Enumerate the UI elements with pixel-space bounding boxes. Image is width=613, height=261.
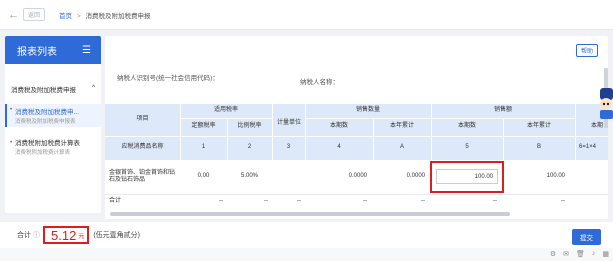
report-sidebar: 报表列表 ☰ 消费税及附加税费申报 ^ • 消费税及附加税费申... 消费税及附… bbox=[5, 36, 101, 213]
total-label: 合计 bbox=[17, 232, 31, 239]
product-name-label: 应税消费品名称 bbox=[121, 144, 164, 151]
chevron-up-icon: ^ bbox=[91, 84, 95, 91]
col-header-rate-fixed: 定额税率 bbox=[191, 123, 216, 130]
required-dot-icon: • bbox=[10, 107, 13, 113]
sidebar-item-title: 消费税附加税费计算表 bbox=[15, 140, 80, 147]
top-bar: ← 返回 首页 > 消费税及附加税费申报 bbox=[0, 0, 613, 30]
col-header-amount-current: 本期数 bbox=[457, 123, 476, 130]
required-dot-icon: • bbox=[10, 140, 13, 146]
col-header-qty-current: 本期数 bbox=[329, 123, 348, 130]
sidebar-item-subtitle: 消费税及附加税费申报表 bbox=[15, 119, 76, 125]
col-header-amount: 销售额 bbox=[493, 107, 512, 114]
table-cell-ratio-rate: 5.00% bbox=[240, 173, 258, 180]
taxpayer-id-label: 纳税人识别号(统一社会信用代码)： bbox=[117, 75, 219, 82]
table-cell-unit: -- bbox=[297, 198, 301, 205]
sidebar-header: 报表列表 ☰ bbox=[5, 36, 101, 64]
taxpayer-name-label: 纳税人名称： bbox=[300, 79, 339, 86]
info-icon[interactable]: ⓘ bbox=[33, 230, 40, 240]
help-button[interactable]: 帮助 bbox=[575, 44, 598, 57]
sidebar-item-main-report[interactable]: • 消费税及附加税费申... 消费税及附加税费申报表 bbox=[5, 104, 101, 127]
col-index: 1 bbox=[201, 144, 206, 151]
col-header-unit: 计量单位 bbox=[276, 120, 301, 127]
col-header-item: 项目 bbox=[136, 116, 149, 123]
col-header-qty-cumulative: 本年累计 bbox=[389, 123, 414, 130]
col-index: B bbox=[536, 144, 541, 151]
col-header-rate: 适用税率 bbox=[213, 107, 238, 114]
total-amount: 5.12 bbox=[51, 227, 77, 243]
breadcrumb-separator: > bbox=[76, 12, 81, 20]
bottom-icons: ⚙ ✉ 🗑 ♪ ▦ bbox=[550, 250, 609, 258]
table-cell-qty-cumulative: -- bbox=[421, 198, 425, 205]
col-header-qty: 销售数量 bbox=[355, 107, 380, 114]
total-unit: 元 bbox=[78, 233, 85, 240]
table-cell-qty-cumulative: 0.0000 bbox=[406, 173, 425, 180]
total-amount-box: 5.12 元 bbox=[43, 226, 90, 244]
table-cell-amount-cumulative: 100.00 bbox=[546, 173, 565, 180]
col-index: 2 bbox=[247, 144, 252, 151]
main-panel: 帮助 纳税人识别号(统一社会信用代码)： 纳税人名称： 项目 适用税率 定额税率… bbox=[105, 36, 608, 219]
table-cell-amount-current: -- bbox=[493, 198, 497, 205]
assistant-mascot-icon[interactable] bbox=[596, 84, 613, 120]
breadcrumb-current: 消费税及附加税费申报 bbox=[85, 12, 151, 20]
table-cell-ratio-rate: -- bbox=[264, 198, 268, 205]
breadcrumb: 首页 > 消费税及附加税费申报 bbox=[59, 10, 150, 20]
sidebar-item-title: 消费税及附加税费申... bbox=[15, 109, 79, 116]
menu-icon[interactable]: ☰ bbox=[82, 45, 91, 56]
total-amount-words: (伍元壹角贰分) bbox=[93, 232, 140, 239]
trash-icon[interactable]: 🗑 bbox=[576, 250, 585, 258]
table-row-name: 金银首饰、铂金首饰和钻石及钻石饰品 bbox=[109, 169, 176, 184]
col-header-rate-ratio: 比例税率 bbox=[237, 123, 262, 130]
footer-bar: 合计 ⓘ 5.12 元 (伍元壹角贰分) bbox=[0, 222, 613, 248]
volume-icon[interactable]: ♪ bbox=[592, 250, 596, 258]
col-index: 5 bbox=[465, 144, 469, 151]
back-arrow-icon: ← bbox=[8, 8, 19, 21]
submit-button[interactable]: 提交 bbox=[572, 229, 601, 245]
sidebar-item-calc-table[interactable]: • 消费税附加税费计算表 消费税附加税费计算表 bbox=[5, 137, 101, 156]
table-cell-qty-current: -- bbox=[363, 198, 367, 205]
settings-icon[interactable]: ⚙ bbox=[550, 250, 556, 258]
sidebar-item-subtitle: 消费税附加税费计算表 bbox=[15, 150, 71, 156]
sidebar-title: 报表列表 bbox=[17, 46, 57, 58]
col-index: A bbox=[399, 144, 404, 151]
sidebar-group[interactable]: 消费税及附加税费申报 ^ bbox=[5, 64, 101, 94]
horizontal-scrollbar[interactable] bbox=[110, 212, 510, 216]
sidebar-group-label: 消费税及附加税费申报 bbox=[11, 87, 76, 94]
breadcrumb-home[interactable]: 首页 bbox=[59, 13, 72, 20]
chat-icon[interactable]: ✉ bbox=[563, 250, 569, 258]
table-row-total: 合计 bbox=[109, 198, 122, 205]
highlight-frame bbox=[430, 161, 504, 193]
back-button[interactable]: ← 返回 bbox=[8, 8, 46, 21]
col-index: 3 bbox=[286, 144, 291, 151]
table-cell-fixed-rate: -- bbox=[219, 198, 223, 205]
table-cell-amount-cumulative: -- bbox=[561, 198, 565, 205]
col-index: 4 bbox=[337, 144, 341, 151]
grid-icon[interactable]: ▦ bbox=[602, 250, 609, 258]
declaration-table: 项目 适用税率 定额税率 比例税率 计量单位 销售数量 本期数 本年累计 销售额… bbox=[105, 104, 608, 212]
back-label: 返回 bbox=[23, 8, 46, 21]
col-header-amount-cumulative: 本年累计 bbox=[526, 123, 551, 130]
table-cell-qty-current[interactable]: 0.0000 bbox=[305, 162, 373, 192]
bottom-status-bar bbox=[0, 248, 613, 261]
table-cell-fixed-rate: 0.00 bbox=[197, 173, 210, 180]
col-index: 6=1×4 bbox=[579, 144, 597, 151]
